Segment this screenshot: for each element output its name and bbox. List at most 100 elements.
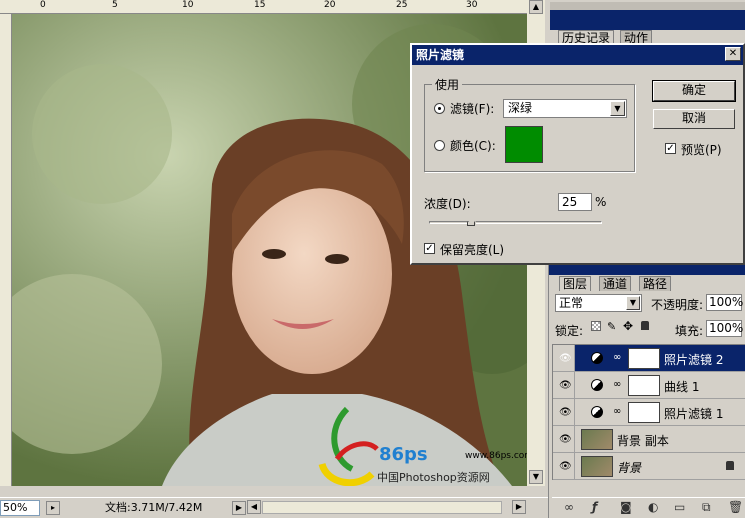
- layers-panel-titlebar[interactable]: [549, 265, 745, 275]
- layer-mask-thumbnail[interactable]: [628, 402, 660, 423]
- ruler-tick-label: 5: [112, 0, 118, 10]
- eye-icon: 👁: [559, 380, 572, 391]
- history-panel-titlebar: [550, 10, 745, 30]
- dialog-title: 照片滤镜: [416, 48, 465, 62]
- adjustment-layer-icon: [591, 406, 603, 418]
- lock-icon: [726, 461, 734, 470]
- density-input[interactable]: 25: [558, 193, 592, 211]
- fill-field[interactable]: 100%: [706, 320, 743, 337]
- status-menu-button[interactable]: ▸: [46, 501, 60, 515]
- cancel-button[interactable]: 取消: [653, 109, 735, 129]
- layers-bottom-toolbar: ∞ ƒ ◙ ◐ ▭ ⧉ 🗑: [552, 497, 745, 517]
- link-layers-icon[interactable]: ∞: [564, 500, 574, 514]
- lock-transparency-icon[interactable]: [591, 321, 601, 331]
- zoom-field[interactable]: 50%: [0, 500, 40, 516]
- link-icon: ∞: [613, 379, 622, 390]
- preview-checkbox[interactable]: ✓: [665, 143, 676, 154]
- scroll-left-button[interactable]: ◀: [247, 500, 261, 514]
- scroll-right-button[interactable]: ▶: [512, 500, 526, 514]
- layer-row[interactable]: 👁 ∞ 曲线 1: [553, 372, 745, 399]
- tab-channels[interactable]: 通道: [599, 276, 632, 291]
- layer-row[interactable]: 👁 ∞ 照片滤镜 2: [553, 345, 745, 372]
- link-icon: ∞: [613, 406, 622, 417]
- layer-name: 背景: [617, 461, 642, 475]
- lock-label: 锁定:: [555, 324, 584, 338]
- document-size-info: 文档:3.71M/7.42M: [105, 501, 203, 514]
- ruler-tick-label: 25: [396, 0, 408, 10]
- color-label: 颜色(C):: [450, 139, 496, 153]
- watermark-logo: 86ps www.86ps.com 中国Photoshop资源网: [317, 399, 527, 486]
- watermark-url: www.86ps.com: [465, 451, 527, 461]
- visibility-toggle[interactable]: 👁: [553, 372, 575, 398]
- filter-select[interactable]: 深绿 ▼: [503, 99, 627, 118]
- trash-icon[interactable]: 🗑: [728, 500, 743, 514]
- history-panel-header: [550, 2, 745, 10]
- photo-filter-dialog: 照片滤镜 ✕ 使用 滤镜(F): 深绿 ▼ 颜色(C): 确定 取消 ✓ 预览(…: [410, 43, 745, 265]
- opacity-label: 不透明度:: [651, 298, 704, 312]
- scroll-down-button[interactable]: ▼: [529, 470, 543, 484]
- visibility-toggle[interactable]: 👁: [553, 426, 575, 452]
- density-label: 浓度(D):: [424, 197, 471, 211]
- preserve-luminosity-checkbox[interactable]: ✓: [424, 243, 435, 254]
- layer-mask-thumbnail[interactable]: [628, 348, 660, 369]
- lock-pixels-icon[interactable]: ✎: [607, 320, 616, 333]
- layer-row[interactable]: 👁 背景: [553, 453, 745, 480]
- layers-panel: 图层 通道 路径 正常 ▼ 不透明度: 100% 锁定: ✎ ✥ 填充: 100…: [548, 265, 745, 518]
- adjustment-layer-icon: [591, 352, 603, 364]
- eye-icon: 👁: [559, 353, 572, 364]
- chevron-down-icon[interactable]: ▼: [626, 296, 640, 310]
- layer-row[interactable]: 👁 背景 副本: [553, 426, 745, 453]
- add-mask-icon[interactable]: ◙: [620, 500, 632, 514]
- visibility-toggle[interactable]: 👁: [553, 453, 575, 479]
- eye-icon: 👁: [559, 461, 572, 472]
- ruler-tick-label: 10: [182, 0, 194, 10]
- visibility-toggle[interactable]: 👁: [553, 399, 575, 425]
- top-ruler: 0 5 10 15 20 25 30: [0, 0, 527, 14]
- link-icon: ∞: [613, 352, 622, 363]
- density-slider-track[interactable]: [429, 221, 602, 224]
- dialog-titlebar[interactable]: 照片滤镜: [412, 45, 743, 65]
- use-group-label: 使用: [432, 76, 463, 93]
- lock-position-icon[interactable]: ✥: [623, 319, 633, 333]
- canvas-horizontal-scrollbar[interactable]: [262, 501, 502, 514]
- layer-thumbnail: [581, 456, 613, 477]
- ok-button[interactable]: 确定: [652, 80, 736, 102]
- layer-style-icon[interactable]: ƒ: [592, 500, 597, 514]
- tab-paths[interactable]: 路径: [639, 276, 672, 291]
- layer-name: 曲线 1: [664, 380, 700, 394]
- close-button[interactable]: ✕: [725, 47, 741, 61]
- scroll-up-button[interactable]: ▲: [529, 0, 543, 14]
- status-info-arrow[interactable]: ▶: [232, 501, 246, 515]
- ruler-tick-label: 30: [466, 0, 478, 10]
- layer-name: 照片滤镜 1: [664, 407, 724, 421]
- left-ruler: [0, 14, 12, 486]
- adjustment-layer-icon: [591, 379, 603, 391]
- layer-list: 👁 ∞ 照片滤镜 2 👁 ∞ 曲线 1 👁 ∞ 照片滤镜 1 👁 背景 副本 👁: [552, 344, 745, 480]
- color-swatch[interactable]: [505, 126, 543, 163]
- layer-mask-thumbnail[interactable]: [628, 375, 660, 396]
- ruler-tick-label: 20: [324, 0, 336, 10]
- new-adjustment-layer-icon[interactable]: ◐: [648, 500, 658, 514]
- chevron-down-icon[interactable]: ▼: [610, 101, 625, 116]
- blend-mode-value: 正常: [559, 296, 584, 310]
- visibility-toggle[interactable]: 👁: [553, 345, 575, 371]
- eye-icon: 👁: [559, 434, 572, 445]
- blend-mode-select[interactable]: 正常 ▼: [555, 294, 642, 312]
- filter-select-value: 深绿: [508, 101, 533, 115]
- layer-row[interactable]: 👁 ∞ 照片滤镜 1: [553, 399, 745, 426]
- watermark-site-name: 中国Photoshop资源网: [377, 471, 490, 484]
- new-layer-icon[interactable]: ⧉: [702, 500, 711, 515]
- filter-label: 滤镜(F):: [450, 102, 495, 116]
- new-group-icon[interactable]: ▭: [674, 500, 685, 514]
- status-bar: ◀ ▶: [0, 497, 548, 518]
- density-unit: %: [595, 195, 607, 209]
- watermark-brand: 86ps: [379, 444, 428, 465]
- opacity-field[interactable]: 100%: [706, 294, 743, 311]
- ruler-tick-label: 15: [254, 0, 266, 10]
- tab-layers[interactable]: 图层: [559, 276, 592, 291]
- preserve-luminosity-label: 保留亮度(L): [440, 243, 505, 257]
- color-radio[interactable]: [434, 140, 445, 151]
- lock-all-icon[interactable]: [641, 321, 649, 330]
- filter-radio[interactable]: [434, 103, 445, 114]
- preview-label: 预览(P): [681, 143, 722, 157]
